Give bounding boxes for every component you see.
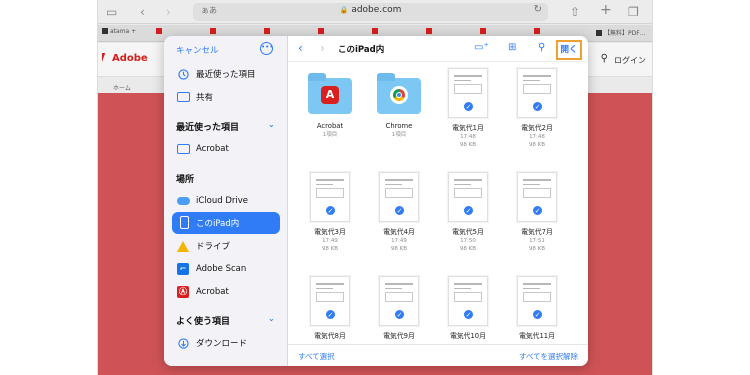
pdf-thumbnail: ✓ bbox=[517, 276, 557, 326]
checkmark-icon: ✓ bbox=[325, 309, 336, 320]
ipad-icon bbox=[180, 216, 189, 229]
file-item[interactable]: ✓ 電気代7月 17:51 98 KB bbox=[503, 172, 571, 253]
acrobat-icon: A bbox=[321, 86, 339, 104]
chrome-icon bbox=[390, 86, 408, 104]
chevron-down-icon[interactable]: ⌄ bbox=[268, 314, 275, 323]
forward-icon[interactable]: › bbox=[320, 41, 325, 55]
folder-chrome[interactable]: Chrome 1項目 bbox=[365, 70, 433, 139]
folder-icon bbox=[176, 143, 190, 155]
pdf-thumbnail: ✓ bbox=[310, 172, 350, 222]
acrobat-icon: Ⓐ bbox=[177, 286, 189, 298]
file-item[interactable]: ✓ 電気代2月 17:48 98 KB bbox=[503, 68, 571, 149]
checkmark-icon: ✓ bbox=[532, 205, 543, 216]
pdf-thumbnail: ✓ bbox=[379, 172, 419, 222]
checkmark-icon: ✓ bbox=[463, 205, 474, 216]
sidebar-item-on-my-ipad[interactable]: このiPad内 bbox=[172, 212, 280, 234]
sidebar-item-icloud-drive[interactable]: iCloud Drive bbox=[176, 193, 248, 209]
section-recent[interactable]: 最近使った項目 ⌄ bbox=[176, 120, 275, 133]
file-grid: A Acrobat 1項目 Chrome 1項目 ✓ 電気代1月 17:48 98… bbox=[288, 64, 588, 346]
file-browser: ‹ › このiPad内 ▭⁺ ⊞ ⚲ 開く A Acrobat 1項目 Chro… bbox=[288, 36, 588, 366]
cancel-button[interactable]: キャンセル bbox=[176, 44, 219, 56]
google-drive-icon bbox=[176, 240, 190, 252]
file-item[interactable]: ✓ 電気代10月 bbox=[434, 276, 502, 340]
checkmark-icon: ✓ bbox=[463, 309, 474, 320]
file-picker-sidebar: キャンセル ••• 最近使った項目 共有 最近使った項目 ⌄ Acrobat 場… bbox=[164, 36, 288, 366]
back-icon[interactable]: ‹ bbox=[298, 41, 303, 55]
browser-header: ‹ › このiPad内 ▭⁺ ⊞ ⚲ 開く bbox=[288, 36, 588, 62]
select-all-button[interactable]: すべて選択 bbox=[298, 351, 335, 362]
folder-icon: A bbox=[308, 73, 352, 114]
shared-folder-icon bbox=[176, 91, 190, 103]
deselect-all-button[interactable]: すべてを選択解除 bbox=[519, 351, 578, 362]
section-locations: 場所 bbox=[176, 175, 195, 185]
pdf-thumbnail: ✓ bbox=[379, 276, 419, 326]
checkmark-icon: ✓ bbox=[532, 101, 543, 112]
ipad-screen: ▭ ‹ › ぁあ 🔒 adobe.com ↻ ⇧ + ❐ atama + 【無料】… bbox=[97, 0, 653, 375]
pdf-thumbnail: ✓ bbox=[517, 172, 557, 222]
download-icon bbox=[176, 337, 190, 349]
file-item[interactable]: ✓ 電気代3月 17:49 98 KB bbox=[296, 172, 364, 253]
more-options-icon[interactable]: ••• bbox=[260, 42, 273, 55]
checkmark-icon: ✓ bbox=[394, 309, 405, 320]
file-item[interactable]: ✓ 電気代1月 17:48 98 KB bbox=[434, 68, 502, 149]
file-item[interactable]: ✓ 電気代8月 bbox=[296, 276, 364, 340]
sidebar-item-shared[interactable]: 共有 bbox=[176, 89, 213, 105]
pdf-thumbnail: ✓ bbox=[310, 276, 350, 326]
pdf-thumbnail: ✓ bbox=[517, 68, 557, 118]
section-favorites[interactable]: よく使う項目 ⌄ bbox=[176, 314, 275, 327]
sidebar-item-recents[interactable]: 最近使った項目 bbox=[176, 66, 256, 82]
sidebar-item-google-drive[interactable]: ドライブ bbox=[176, 238, 230, 254]
pdf-thumbnail: ✓ bbox=[448, 68, 488, 118]
pdf-thumbnail: ✓ bbox=[448, 276, 488, 326]
chevron-down-icon[interactable]: ⌄ bbox=[268, 120, 275, 129]
checkmark-icon: ✓ bbox=[325, 205, 336, 216]
checkmark-icon: ✓ bbox=[532, 309, 543, 320]
folder-icon bbox=[377, 73, 421, 114]
file-picker-sheet: キャンセル ••• 最近使った項目 共有 最近使った項目 ⌄ Acrobat 場… bbox=[164, 36, 588, 366]
folder-acrobat[interactable]: A Acrobat 1項目 bbox=[296, 70, 364, 139]
checkmark-icon: ✓ bbox=[463, 101, 474, 112]
sidebar-item-acrobat[interactable]: Ⓐ Acrobat bbox=[176, 284, 229, 300]
new-folder-icon[interactable]: ▭⁺ bbox=[474, 42, 489, 53]
sidebar-item-acrobat-folder[interactable]: Acrobat bbox=[176, 141, 229, 157]
selection-toolbar: すべて選択 すべてを選択解除 bbox=[288, 344, 588, 366]
open-button[interactable]: 開く bbox=[556, 40, 582, 60]
search-icon[interactable]: ⚲ bbox=[538, 42, 545, 53]
adobe-scan-icon: ⌐ bbox=[176, 263, 190, 275]
checkmark-icon: ✓ bbox=[394, 205, 405, 216]
grid-view-icon[interactable]: ⊞ bbox=[508, 42, 516, 53]
clock-icon bbox=[176, 68, 190, 80]
sidebar-item-adobe-scan[interactable]: ⌐ Adobe Scan bbox=[176, 261, 246, 277]
file-item[interactable]: ✓ 電気代5月 17:50 98 KB bbox=[434, 172, 502, 253]
page-title: このiPad内 bbox=[338, 45, 385, 55]
file-item[interactable]: ✓ 電気代4月 17:49 98 KB bbox=[365, 172, 433, 253]
cloud-icon bbox=[176, 195, 190, 207]
file-item[interactable]: ✓ 電気代11月 bbox=[503, 276, 571, 340]
sidebar-item-downloads[interactable]: ダウンロード bbox=[176, 335, 247, 351]
pdf-thumbnail: ✓ bbox=[448, 172, 488, 222]
file-item[interactable]: ✓ 電気代9月 bbox=[365, 276, 433, 340]
